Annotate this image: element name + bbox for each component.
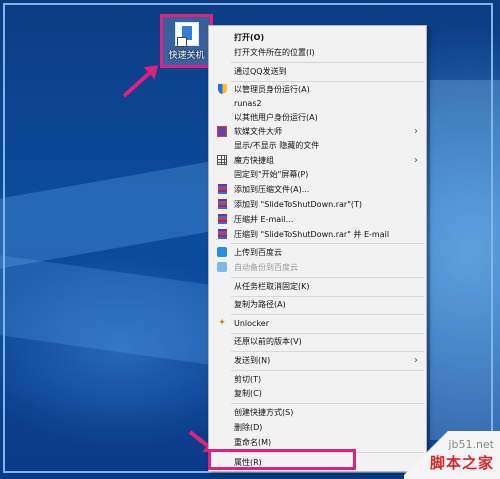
menu-item-upload-baidu-cloud[interactable]: 上传到百度云	[209, 244, 426, 260]
menu-item-copy-as-path[interactable]: 复制为路径(A)	[209, 296, 426, 312]
menu-item-compress-rar-and-email[interactable]: 压缩到 "SlideToShutDown.rar" 并 E-mail	[209, 226, 426, 242]
menu-item-create-shortcut[interactable]: 创建快捷方式(S)	[209, 404, 426, 420]
menu-item-auto-backup-baidu-cloud: 自动备份到百度云	[209, 259, 426, 275]
menu-item-delete[interactable]: 删除(D)	[209, 419, 426, 435]
menu-item-add-to-archive[interactable]: 添加到压缩文件(A)...	[209, 181, 426, 197]
winrar-icon	[217, 199, 227, 209]
menu-item-restore-previous-versions[interactable]: 还原以前的版本(V)	[209, 333, 426, 349]
menu-item-unlocker[interactable]: ✦ Unlocker	[209, 315, 426, 331]
menu-item-open[interactable]: 打开(O)	[209, 29, 426, 45]
baidu-cloud-icon	[217, 247, 227, 257]
desktop-background: 快速关机 打开(O) 打开文件所在的位置(I) 通过QQ发送到 以管理员身份运行…	[0, 0, 500, 479]
winrar-icon	[217, 229, 227, 239]
menu-item-unpin-taskbar[interactable]: 从任务栏取消固定(K)	[209, 278, 426, 294]
menu-item-compress-and-email[interactable]: 压缩并 E-mail...	[209, 211, 426, 227]
winrar-icon	[217, 184, 227, 194]
wand-icon: ✦	[218, 318, 226, 328]
menu-item-toggle-hidden-files[interactable]: 显示/不显示 隐藏的文件	[209, 137, 426, 153]
watermark-logo-text: 脚本之家	[429, 454, 494, 472]
menu-item-add-to-rar[interactable]: 添加到 "SlideToShutDown.rar"(T)	[209, 196, 426, 212]
menu-item-rename[interactable]: 重命名(M)	[209, 434, 426, 450]
menu-item-copy[interactable]: 复制(C)	[209, 385, 426, 401]
chevron-right-icon: ›	[414, 154, 418, 166]
desktop-icon-label: 快速关机	[168, 51, 205, 61]
box-icon	[217, 125, 227, 137]
menu-item-send-to[interactable]: 发送到(N) ›	[209, 352, 426, 368]
chevron-right-icon: ›	[414, 354, 418, 366]
winrar-icon	[217, 214, 227, 224]
menu-item-open-file-location[interactable]: 打开文件所在的位置(I)	[209, 44, 426, 60]
shortcut-icon	[174, 22, 199, 47]
menu-item-pin-to-start[interactable]: 固定到"开始"屏幕(P)	[209, 166, 426, 182]
menu-item-send-via-qq[interactable]: 通过QQ发送到	[209, 63, 426, 79]
baidu-cloud-icon	[217, 262, 227, 272]
desktop-shortcut-slidetoshutdown[interactable]: 快速关机	[160, 14, 213, 68]
grid-icon	[217, 155, 227, 165]
highlight-box-properties	[208, 449, 356, 470]
watermark-url: jb51.net	[448, 438, 494, 451]
chevron-right-icon: ›	[414, 125, 418, 137]
shield-icon	[217, 84, 227, 94]
context-menu: 打开(O) 打开文件所在的位置(I) 通过QQ发送到 以管理员身份运行(A) r…	[208, 25, 427, 472]
